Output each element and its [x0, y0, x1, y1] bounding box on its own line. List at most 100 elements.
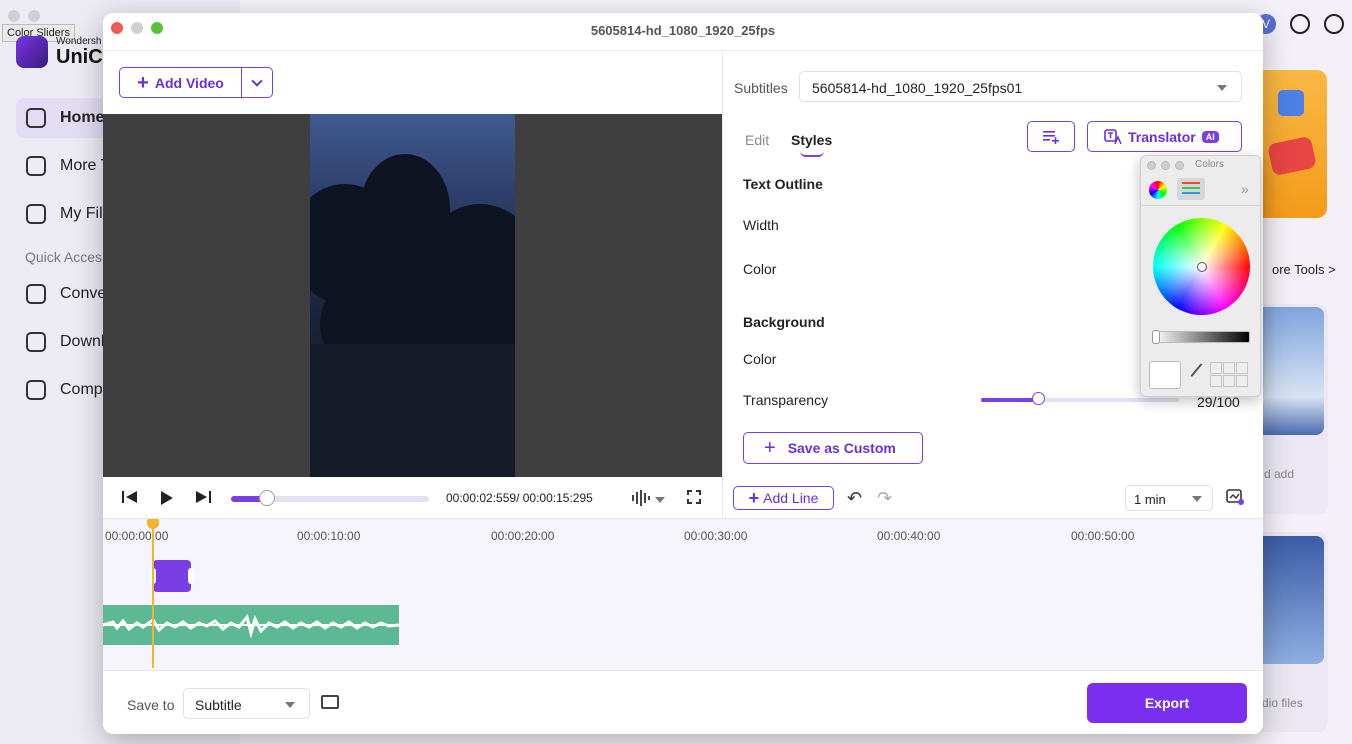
file-icon	[26, 204, 46, 224]
timeline-tick: 00:00:30:00	[684, 529, 748, 543]
previous-frame-icon[interactable]	[122, 490, 138, 504]
save-to-select[interactable]: Subtitle	[183, 688, 310, 719]
folder-icon[interactable]	[321, 695, 339, 709]
clip-right-handle[interactable]	[188, 568, 194, 584]
background-color-label: Color	[743, 351, 777, 367]
colors-panel-toolbar: »	[1141, 173, 1262, 206]
transparency-knob[interactable]	[1032, 392, 1046, 405]
playhead[interactable]	[152, 521, 154, 668]
message-icon[interactable]	[1290, 14, 1310, 34]
swatch-slot[interactable]	[1236, 375, 1248, 387]
plus-icon: +	[748, 487, 760, 508]
subtitle-clip[interactable]	[150, 560, 194, 592]
tab-edit[interactable]: Edit	[745, 132, 769, 148]
undo-icon[interactable]: ↶	[847, 488, 862, 509]
add-line-label: Add Line	[763, 490, 819, 506]
timeline-zoom-select[interactable]: 1 min	[1125, 485, 1213, 511]
chevron-down-icon	[251, 74, 263, 87]
plus-icon: +	[137, 71, 149, 94]
redo-icon[interactable]: ↷	[877, 488, 892, 509]
sidebar-item-label: Conve	[60, 285, 107, 302]
playback-controls: 00:00:02:559/ 00:00:15:295	[103, 478, 722, 518]
timeline[interactable]: 00:00:00:00 00:00:10:00 00:00:20:00 00:0…	[103, 518, 1263, 670]
color-swatch-grid	[1210, 362, 1248, 387]
swatch-slot[interactable]	[1210, 362, 1222, 374]
fullscreen-icon[interactable]	[687, 490, 701, 504]
plus-icon: +	[764, 436, 776, 459]
more-tools-icon[interactable]: »	[1241, 181, 1249, 197]
subtitles-label: Subtitles	[734, 80, 788, 96]
timeline-tick: 00:00:00:00	[105, 529, 169, 543]
outline-color-label: Color	[743, 261, 777, 277]
brightness-slider[interactable]	[1152, 330, 1250, 344]
save-as-custom-label: Save as Custom	[787, 440, 896, 456]
panel-divider	[722, 51, 723, 517]
audio-dropdown-icon[interactable]	[655, 497, 665, 503]
quick-access-label: Quick Acces	[25, 249, 103, 265]
subtitle-list-button[interactable]	[1027, 121, 1075, 152]
translator-button[interactable]: Translator AI	[1087, 121, 1242, 152]
subtitle-toolbar: + Add Line ↶ ↷ 1 min	[723, 478, 1263, 518]
add-video-dropdown[interactable]	[242, 68, 272, 97]
colors-panel-title: Colors	[1195, 159, 1224, 170]
progress-knob[interactable]	[258, 490, 275, 506]
chevron-down-icon	[1217, 85, 1227, 91]
play-icon	[1267, 135, 1317, 177]
tab-styles[interactable]: Styles	[791, 132, 832, 148]
timeline-zoom-value: 1 min	[1134, 492, 1166, 507]
add-video-label: Add Video	[154, 74, 224, 91]
transparency-label: Transparency	[743, 392, 829, 408]
title-bar: 5605814-hd_1080_1920_25fps	[103, 13, 1263, 51]
home-icon	[26, 108, 46, 128]
translator-label: Translator	[1128, 128, 1196, 145]
next-frame-icon[interactable]	[195, 490, 211, 504]
audio-waveform-icon[interactable]	[631, 490, 651, 506]
color-wheel-icon[interactable]	[1149, 181, 1167, 199]
color-sliders-icon[interactable]	[1177, 178, 1205, 200]
support-icon[interactable]	[1324, 14, 1344, 34]
colors-panel: Colors »	[1140, 155, 1262, 397]
video-frame	[310, 114, 515, 477]
more-tools-link[interactable]: ore Tools >	[1272, 262, 1336, 277]
save-to-label: Save to	[127, 697, 175, 713]
toolbox-icon	[26, 156, 46, 176]
swatch-slot[interactable]	[1223, 375, 1235, 387]
chevron-down-icon	[285, 702, 295, 708]
ai-badge: AI	[1201, 130, 1219, 143]
background-heading: Background	[743, 314, 825, 330]
tool-card-text: d add	[1264, 467, 1295, 481]
audio-track-clip[interactable]	[103, 605, 399, 645]
current-color-swatch[interactable]	[1149, 361, 1181, 389]
add-line-button[interactable]: + Add Line	[733, 486, 834, 510]
app-logo: Wondersh UniCo	[16, 36, 115, 68]
timecode: 00:00:02:559/ 00:00:15:295	[446, 491, 593, 505]
chevron-down-icon	[1192, 496, 1202, 502]
color-wheel[interactable]	[1153, 218, 1250, 315]
subtitles-select-value: 5605814-hd_1080_1920_25fps01	[812, 80, 1023, 96]
transparency-slider[interactable]	[981, 392, 1179, 405]
swatch-slot[interactable]	[1223, 362, 1235, 374]
brightness-knob[interactable]	[1152, 330, 1160, 344]
timeline-tick: 00:00:10:00	[297, 529, 361, 543]
export-button[interactable]: Export	[1087, 683, 1247, 723]
playback-progress-slider[interactable]	[231, 490, 429, 506]
play-icon[interactable]	[160, 490, 174, 506]
swatch-slot[interactable]	[1236, 362, 1248, 374]
audio-waveform-shape	[103, 613, 399, 639]
subtitle-settings-icon[interactable]	[1226, 489, 1244, 505]
save-to-value: Subtitle	[195, 697, 242, 713]
save-as-custom-button[interactable]: + Save as Custom	[743, 432, 923, 464]
tool-card-text: dio files	[1262, 696, 1303, 710]
swatch-slot[interactable]	[1210, 375, 1222, 387]
color-wheel-picker[interactable]	[1197, 262, 1207, 272]
convert-icon	[26, 284, 46, 304]
eyedropper-icon[interactable]	[1190, 363, 1212, 385]
sidebar-item-label: Comp	[60, 381, 103, 398]
compress-icon	[26, 380, 46, 400]
outline-width-label: Width	[743, 217, 779, 233]
active-tab-indicator	[800, 151, 824, 157]
translate-icon	[1104, 128, 1122, 144]
subtitles-select[interactable]: 5605814-hd_1080_1920_25fps01	[799, 71, 1242, 102]
add-video-button[interactable]: + Add Video	[120, 68, 242, 97]
video-preview[interactable]	[103, 114, 722, 477]
